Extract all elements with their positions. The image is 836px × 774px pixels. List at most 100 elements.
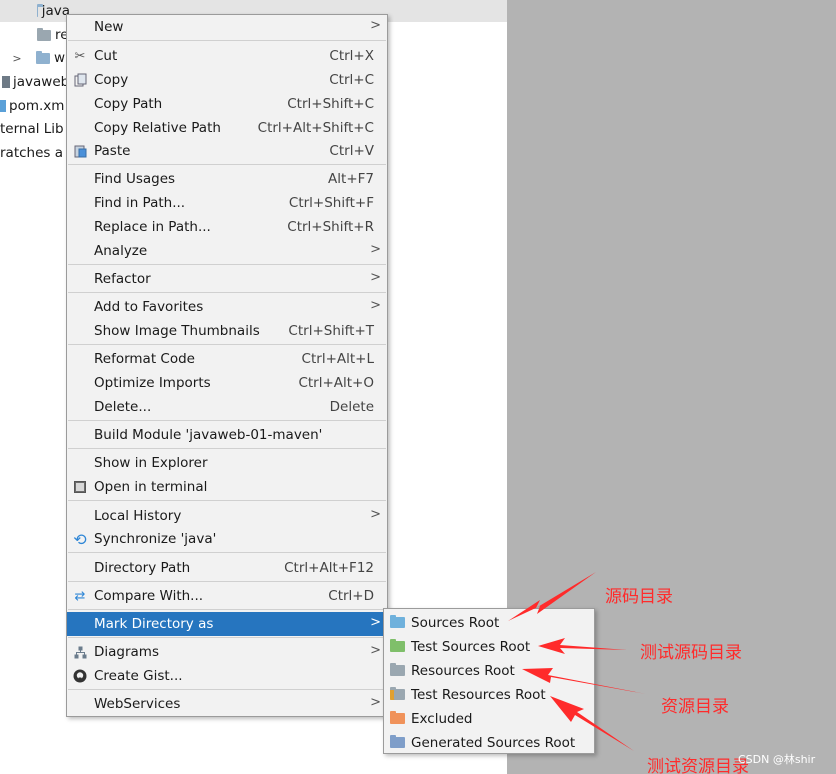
tree-item-resources[interactable]: re (0, 24, 70, 46)
menu-separator (68, 581, 386, 582)
menu-item-local-history[interactable]: Local History > (67, 504, 387, 528)
submenu-item-resources-root[interactable]: Resources Root (384, 659, 594, 683)
menu-item-find-in-path[interactable]: Find in Path... Ctrl+Shift+F (67, 191, 387, 215)
submenu-item-sources-root[interactable]: Sources Root (384, 611, 594, 635)
tree-item-external-libraries[interactable]: ternal Lib (0, 118, 70, 140)
submenu-item-label: Sources Root (411, 615, 500, 631)
menu-item-delete[interactable]: Delete... Delete (67, 395, 387, 419)
menu-item-label: Local History (94, 508, 182, 524)
menu-separator (68, 264, 386, 265)
menu-item-shortcut: Ctrl+Alt+L (301, 351, 374, 367)
menu-item-cut[interactable]: ✂ Cut Ctrl+X (67, 44, 387, 68)
menu-item-find-usages[interactable]: Find Usages Alt+F7 (67, 167, 387, 191)
folder-icon (390, 639, 405, 652)
submenu-item-test-sources-root[interactable]: Test Sources Root (384, 635, 594, 659)
submenu-item-label: Generated Sources Root (411, 735, 576, 751)
tree-item-scratches[interactable]: ratches a (0, 142, 70, 164)
menu-item-shortcut: Alt+F7 (328, 171, 374, 187)
menu-item-paste[interactable]: Paste Ctrl+V (67, 139, 387, 163)
menu-item-shortcut: Ctrl+Shift+R (287, 219, 374, 235)
copy-icon (72, 72, 88, 88)
watermark: CSDN @林shir (738, 753, 816, 766)
menu-item-shortcut: Ctrl+Alt+F12 (284, 560, 374, 576)
menu-item-show-in-explorer[interactable]: Show in Explorer (67, 451, 387, 475)
menu-separator (68, 609, 386, 610)
menu-item-build-module[interactable]: Build Module 'javaweb-01-maven' (67, 423, 387, 447)
menu-item-replace-in-path[interactable]: Replace in Path... Ctrl+Shift+R (67, 215, 387, 239)
menu-item-diagrams[interactable]: Diagrams > (67, 640, 387, 664)
menu-item-label: Synchronize 'java' (94, 531, 217, 547)
menu-item-optimize-imports[interactable]: Optimize Imports Ctrl+Alt+O (67, 371, 387, 395)
menu-item-synchronize[interactable]: ⟲ Synchronize 'java' (67, 527, 387, 551)
tree-item-pom[interactable]: pom.xm (0, 95, 70, 117)
scissors-icon: ✂ (74, 48, 86, 64)
menu-item-label: Diagrams (94, 644, 159, 660)
tree-item-webapp[interactable]: > w (0, 47, 70, 69)
diagram-icon (72, 644, 88, 660)
menu-item-shortcut: Ctrl+Shift+C (287, 96, 374, 112)
menu-item-copy-relative-path[interactable]: Copy Relative Path Ctrl+Alt+Shift+C (67, 116, 387, 140)
menu-separator (68, 164, 386, 165)
menu-item-shortcut: Ctrl+D (328, 588, 374, 604)
menu-item-copy[interactable]: Copy Ctrl+C (67, 68, 387, 92)
tree-item-java[interactable]: java (0, 0, 70, 22)
compare-icon: ⇄ (74, 588, 86, 604)
chevron-right-icon: > (370, 270, 381, 285)
menu-item-label: Open in terminal (94, 479, 208, 495)
menu-item-label: WebServices (94, 696, 181, 712)
annotation-test-resources-root: 测试资源目录 (647, 757, 749, 774)
menu-separator (68, 500, 386, 501)
menu-separator (68, 689, 386, 690)
submenu-item-generated-sources-root[interactable]: Generated Sources Root (384, 731, 594, 755)
menu-item-refactor[interactable]: Refactor > (67, 267, 387, 291)
menu-item-webservices[interactable]: WebServices > (67, 692, 387, 716)
menu-item-directory-path[interactable]: Directory Path Ctrl+Alt+F12 (67, 556, 387, 580)
test-resources-folder-icon (390, 687, 405, 700)
mark-directory-submenu: Sources Root Test Sources Root Resources… (383, 608, 595, 754)
tree-item-label: ternal Lib (0, 121, 64, 137)
github-icon (72, 668, 88, 684)
tree-item-label: pom.xm (9, 98, 65, 114)
chevron-right-icon: > (370, 507, 381, 522)
submenu-item-label: Test Sources Root (411, 639, 531, 655)
menu-separator (68, 40, 386, 41)
menu-item-analyze[interactable]: Analyze > (67, 239, 387, 263)
submenu-item-label: Excluded (411, 711, 473, 727)
annotation-sources-root: 源码目录 (605, 587, 673, 607)
chevron-right-icon: > (370, 242, 381, 257)
menu-item-reformat-code[interactable]: Reformat Code Ctrl+Alt+L (67, 347, 387, 371)
submenu-item-excluded[interactable]: Excluded (384, 707, 594, 731)
menu-item-copy-path[interactable]: Copy Path Ctrl+Shift+C (67, 92, 387, 116)
menu-item-shortcut: Ctrl+Shift+T (288, 323, 374, 339)
menu-item-label: Add to Favorites (94, 299, 204, 315)
menu-item-open-in-terminal[interactable]: Open in terminal (67, 475, 387, 499)
menu-item-create-gist[interactable]: Create Gist... (67, 664, 387, 688)
menu-item-mark-directory-as[interactable]: Mark Directory as > (67, 612, 387, 636)
menu-item-shortcut: Ctrl+Alt+Shift+C (257, 120, 374, 136)
folder-icon (390, 735, 405, 748)
menu-item-shortcut: Ctrl+V (329, 143, 374, 159)
menu-separator (68, 344, 386, 345)
menu-item-add-to-favorites[interactable]: Add to Favorites > (67, 295, 387, 319)
tree-item-javaweb[interactable]: javaweb (0, 71, 70, 93)
menu-item-show-image-thumbnails[interactable]: Show Image Thumbnails Ctrl+Shift+T (67, 319, 387, 343)
terminal-icon (72, 479, 88, 495)
submenu-item-label: Test Resources Root (411, 687, 546, 703)
menu-item-compare-with[interactable]: ⇄ Compare With... Ctrl+D (67, 584, 387, 608)
project-tree: java re > w javaweb pom.xm ternal Lib rat… (0, 0, 70, 774)
menu-separator (68, 420, 386, 421)
file-icon (2, 76, 10, 88)
chevron-right-icon: > (370, 695, 381, 710)
tree-item-label: javaweb (13, 74, 70, 90)
menu-separator (68, 292, 386, 293)
menu-item-new[interactable]: New > (67, 15, 387, 39)
submenu-item-test-resources-root[interactable]: Test Resources Root (384, 683, 594, 707)
menu-item-label: Analyze (94, 243, 148, 259)
menu-item-shortcut: Ctrl+C (329, 72, 374, 88)
chevron-right-icon: > (370, 615, 381, 630)
chevron-right-icon[interactable]: > (10, 52, 24, 65)
menu-separator (68, 637, 386, 638)
folder-icon (37, 3, 42, 17)
folder-icon (390, 711, 405, 724)
menu-item-shortcut: Ctrl+Shift+F (288, 195, 374, 211)
